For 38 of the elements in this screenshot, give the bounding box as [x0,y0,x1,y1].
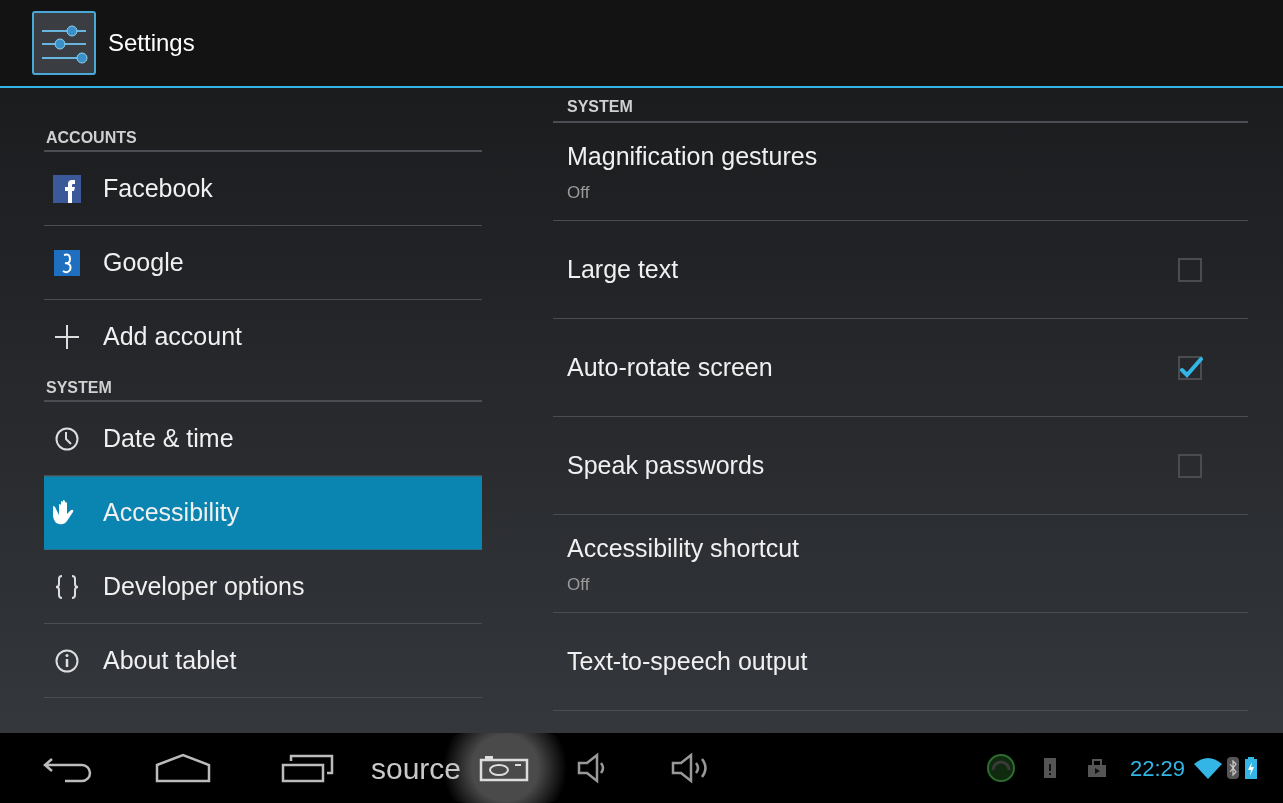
sliders-icon[interactable] [32,11,96,75]
braces-icon [53,572,81,601]
plus-icon [53,323,81,351]
section-header: SYSTEM [553,91,1248,123]
checkbox[interactable] [1177,354,1203,381]
setting-title[interactable]: Large text [567,250,1177,289]
facebook-icon [53,174,81,203]
sidebar-item[interactable]: Facebook [44,152,482,226]
checkbox[interactable] [1177,452,1203,479]
sidebar-item[interactable]: About tablet [44,624,482,698]
setting-title[interactable]: Accessibility shortcut [567,530,1234,568]
wifi-icon[interactable] [1193,756,1223,780]
battery-icon[interactable] [1245,757,1257,779]
sidebar-item[interactable]: Accessibility [44,476,482,550]
setting-summary: Off [567,573,591,596]
setting-title[interactable]: Text-to-speech output [567,642,1234,681]
clock[interactable]: 22:29 [1129,751,1185,785]
sd-card-warning-icon[interactable] [1041,756,1058,780]
google-icon [54,249,80,276]
camera-icon[interactable] [479,754,530,782]
setting-title[interactable]: Auto-rotate screen [567,348,1177,387]
sidebar-item[interactable]: Add account [44,300,482,374]
setting-summary: Off [567,181,591,204]
checkbox[interactable] [1177,256,1203,283]
setting-title[interactable]: Speak passwords [567,446,1177,485]
clock-icon [54,425,80,452]
recent-apps-icon[interactable] [281,753,335,783]
app-title: Settings [108,28,195,58]
sidebar-item[interactable]: Developer options [44,550,482,624]
sidebar-item[interactable]: Google [44,226,482,300]
section-header: ACCOUNTS [44,126,482,152]
shopping-bag-icon[interactable] [1085,757,1108,779]
setting-title[interactable]: Magnification gestures [567,138,1234,176]
bluetooth-icon[interactable] [1227,757,1239,779]
source-label[interactable]: source [371,745,462,791]
section-header: SYSTEM [44,376,482,402]
home-icon[interactable] [155,753,211,783]
info-icon [54,647,80,674]
